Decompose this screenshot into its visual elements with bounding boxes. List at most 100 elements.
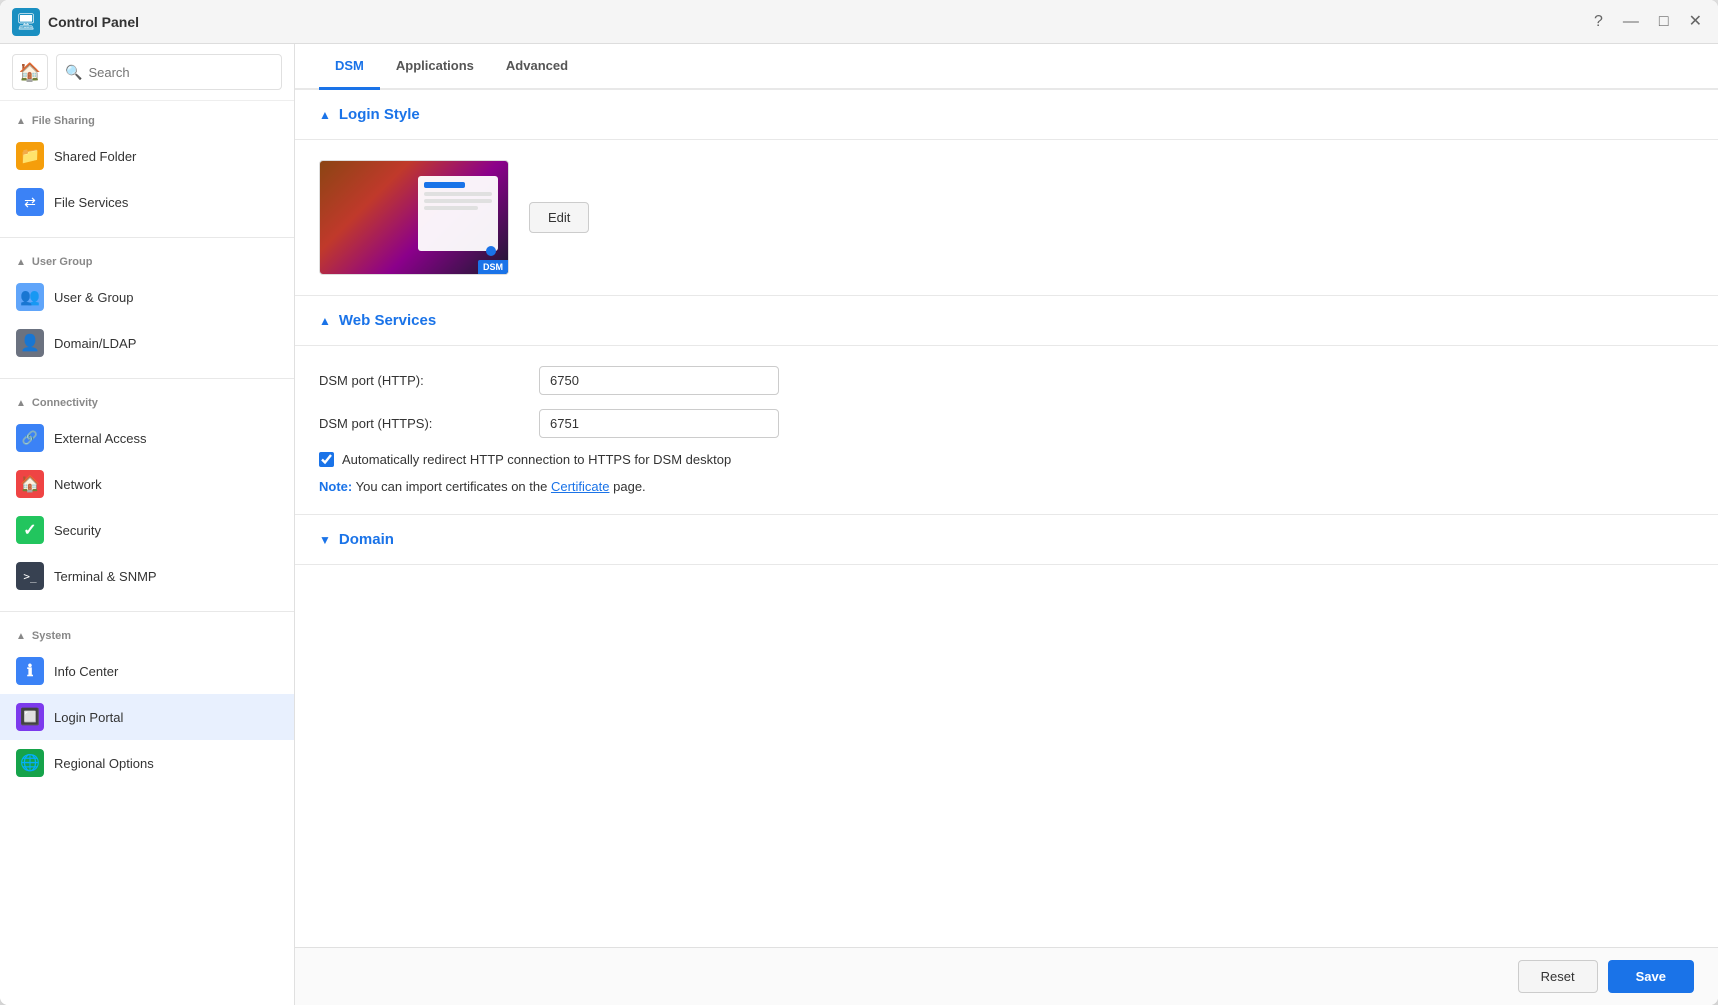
window-controls: ? — □ ✕ — [1590, 10, 1706, 34]
network-icon: 🏠 — [16, 470, 44, 498]
control-panel-window: 🖥 Control Panel ? — □ ✕ 🏠 🔍 ▲ File Shari… — [0, 0, 1718, 1005]
connectivity-section: ▲ Connectivity 🔗 External Access 🏠 Netwo… — [0, 383, 294, 607]
user-group-section: ▲ User Group 👥 User & Group 👤 Domain/LDA… — [0, 242, 294, 374]
dsm-port-http-input[interactable] — [539, 366, 779, 395]
main-content: 🏠 🔍 ▲ File Sharing 📁 Shared Folder ⇄ F — [0, 44, 1718, 1005]
sidebar-item-terminal-snmp[interactable]: >_ Terminal & SNMP — [0, 553, 294, 599]
shared-folder-label: Shared Folder — [54, 149, 136, 164]
login-style-preview: DSM — [319, 160, 509, 275]
login-style-row: DSM Edit — [319, 160, 1694, 275]
sidebar-item-regional-options[interactable]: 🌐 Regional Options — [0, 740, 294, 786]
home-button[interactable]: 🏠 — [12, 54, 48, 90]
web-services-title: Web Services — [339, 312, 436, 329]
save-button[interactable]: Save — [1608, 960, 1694, 993]
preview-line-2 — [424, 192, 492, 196]
preview-line-1 — [424, 182, 465, 188]
content-body: ▲ Login Style — [295, 90, 1718, 947]
security-icon: ✓ — [16, 516, 44, 544]
dsm-port-https-label: DSM port (HTTPS): — [319, 416, 539, 431]
system-section: ▲ System ℹ Info Center 🔲 Login Portal 🌐 … — [0, 616, 294, 794]
web-services-header[interactable]: ▲ Web Services — [295, 296, 1718, 346]
domain-title: Domain — [339, 531, 394, 548]
sidebar-item-login-portal[interactable]: 🔲 Login Portal — [0, 694, 294, 740]
web-services-body: DSM port (HTTP): DSM port (HTTPS): Autom… — [295, 346, 1718, 515]
sidebar-item-shared-folder[interactable]: 📁 Shared Folder — [0, 133, 294, 179]
note-label: Note: — [319, 479, 352, 494]
user-group-item-label: User & Group — [54, 290, 133, 305]
close-button[interactable]: ✕ — [1685, 10, 1706, 34]
info-center-icon: ℹ — [16, 657, 44, 685]
domain-ldap-icon: 👤 — [16, 329, 44, 357]
login-style-section: ▲ Login Style — [295, 90, 1718, 296]
user-group-chevron: ▲ — [16, 257, 26, 268]
search-input[interactable] — [88, 65, 273, 80]
external-access-label: External Access — [54, 431, 147, 446]
dsm-badge: DSM — [478, 260, 508, 274]
sidebar: 🏠 🔍 ▲ File Sharing 📁 Shared Folder ⇄ F — [0, 44, 295, 1005]
tab-applications[interactable]: Applications — [380, 44, 490, 90]
edit-button[interactable]: Edit — [529, 202, 589, 233]
note-row: Note: You can import certificates on the… — [319, 479, 1694, 494]
preview-line-3 — [424, 199, 492, 203]
reset-button[interactable]: Reset — [1518, 960, 1598, 993]
dsm-port-https-input[interactable] — [539, 409, 779, 438]
connectivity-label: Connectivity — [32, 397, 98, 409]
minimize-button[interactable]: — — [1619, 10, 1643, 34]
domain-section: ▼ Domain — [295, 515, 1718, 565]
redirect-checkbox[interactable] — [319, 452, 334, 467]
maximize-button[interactable]: □ — [1655, 10, 1673, 34]
user-group-header[interactable]: ▲ User Group — [0, 250, 294, 274]
sidebar-item-security[interactable]: ✓ Security — [0, 507, 294, 553]
login-style-header[interactable]: ▲ Login Style — [295, 90, 1718, 140]
file-sharing-section: ▲ File Sharing 📁 Shared Folder ⇄ File Se… — [0, 101, 294, 233]
certificate-link[interactable]: Certificate — [551, 479, 610, 494]
note-text: You can import certificates on the — [356, 479, 551, 494]
sidebar-item-user-group[interactable]: 👥 User & Group — [0, 274, 294, 320]
redirect-label: Automatically redirect HTTP connection t… — [342, 452, 731, 467]
terminal-icon: >_ — [16, 562, 44, 590]
sidebar-item-file-services[interactable]: ⇄ File Services — [0, 179, 294, 225]
login-preview-inner — [418, 176, 498, 251]
tab-advanced[interactable]: Advanced — [490, 44, 584, 90]
login-style-body: DSM Edit — [295, 140, 1718, 296]
tab-dsm[interactable]: DSM — [319, 44, 380, 90]
sidebar-item-info-center[interactable]: ℹ Info Center — [0, 648, 294, 694]
help-button[interactable]: ? — [1590, 10, 1607, 34]
sidebar-item-external-access[interactable]: 🔗 External Access — [0, 415, 294, 461]
domain-chevron: ▼ — [319, 533, 331, 547]
search-box: 🔍 — [56, 54, 282, 90]
preview-line-4 — [424, 206, 478, 210]
terminal-snmp-label: Terminal & SNMP — [54, 569, 157, 584]
app-icon: 🖥 — [12, 8, 40, 36]
footer: Reset Save — [295, 947, 1718, 1005]
preview-dot — [486, 246, 496, 256]
user-group-label: User Group — [32, 256, 93, 268]
login-style-title: Login Style — [339, 106, 420, 123]
shared-folder-icon: 📁 — [16, 142, 44, 170]
file-sharing-label: File Sharing — [32, 115, 95, 127]
connectivity-header[interactable]: ▲ Connectivity — [0, 391, 294, 415]
sidebar-item-domain-ldap[interactable]: 👤 Domain/LDAP — [0, 320, 294, 366]
dsm-port-http-label: DSM port (HTTP): — [319, 373, 539, 388]
note-suffix: page. — [613, 479, 646, 494]
login-portal-icon: 🔲 — [16, 703, 44, 731]
dsm-port-http-row: DSM port (HTTP): — [319, 366, 1694, 395]
tab-bar: DSM Applications Advanced — [295, 44, 1718, 90]
redirect-checkbox-row: Automatically redirect HTTP connection t… — [319, 452, 1694, 467]
login-style-chevron: ▲ — [319, 108, 331, 122]
dsm-port-https-row: DSM port (HTTPS): — [319, 409, 1694, 438]
file-services-icon: ⇄ — [16, 188, 44, 216]
external-access-icon: 🔗 — [16, 424, 44, 452]
system-chevron: ▲ — [16, 631, 26, 642]
file-sharing-chevron: ▲ — [16, 116, 26, 127]
titlebar: 🖥 Control Panel ? — □ ✕ — [0, 0, 1718, 44]
web-services-section: ▲ Web Services DSM port (HTTP): DSM port… — [295, 296, 1718, 515]
content-panel: DSM Applications Advanced ▲ Login Style — [295, 44, 1718, 1005]
system-label: System — [32, 630, 71, 642]
regional-options-icon: 🌐 — [16, 749, 44, 777]
file-sharing-header[interactable]: ▲ File Sharing — [0, 109, 294, 133]
network-label: Network — [54, 477, 102, 492]
domain-header[interactable]: ▼ Domain — [295, 515, 1718, 565]
sidebar-item-network[interactable]: 🏠 Network — [0, 461, 294, 507]
system-header[interactable]: ▲ System — [0, 624, 294, 648]
